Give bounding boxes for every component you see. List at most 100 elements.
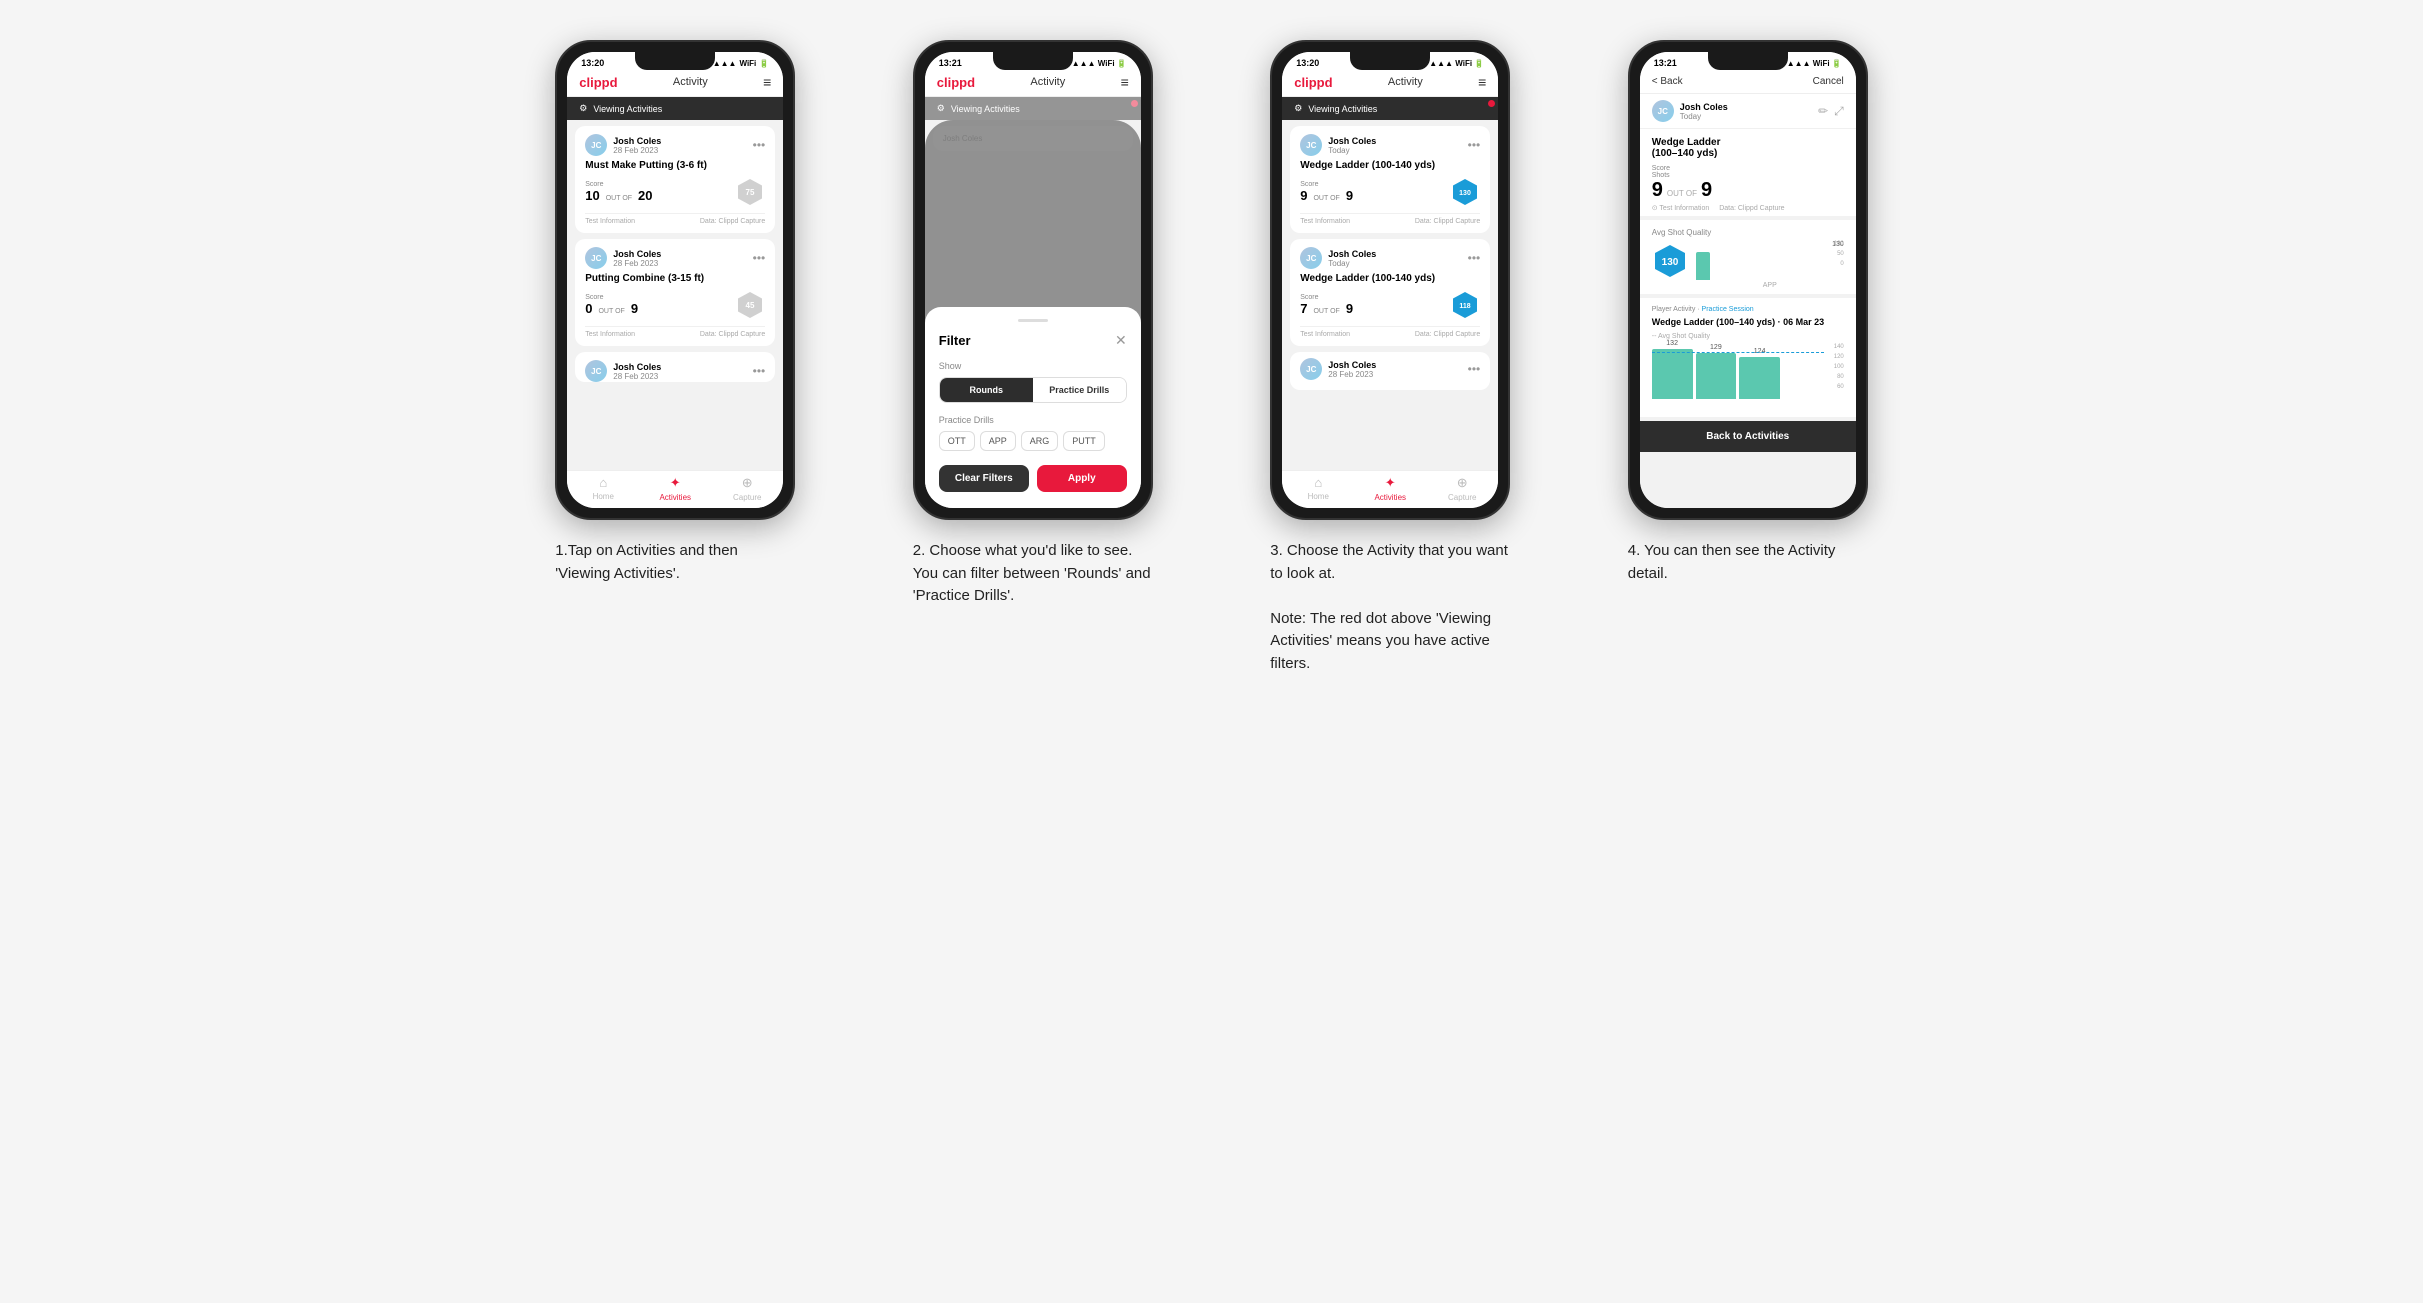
card-footer-1-2: Test Information Data: Clippd Capture xyxy=(585,326,765,338)
screen-1: 13:20 ▲▲▲ WiFi 🔋 clippd Activity ≡ ⚙ xyxy=(567,52,783,508)
filter-sheet: Filter ✕ Show Rounds Practice Drills Pra… xyxy=(925,307,1141,508)
shots-val-1-1: 20 xyxy=(638,188,652,203)
nav-activities-3[interactable]: ✦ Activities xyxy=(1354,475,1426,502)
cancel-btn[interactable]: Cancel xyxy=(1813,76,1844,87)
notch-4 xyxy=(1708,52,1788,70)
dots-menu-1-2[interactable]: ••• xyxy=(753,251,766,265)
notch-1 xyxy=(635,52,715,70)
nav-activities-label-1: Activities xyxy=(659,493,691,502)
screen-4: 13:21 ▲▲▲ WiFi 🔋 < Back Cancel JC Josh C… xyxy=(1640,52,1856,508)
quality-chart: 130 APP 100 50 xyxy=(1696,241,1844,286)
red-dot-2 xyxy=(1131,100,1138,107)
card-1-1[interactable]: JC Josh Coles 28 Feb 2023 ••• Must Make … xyxy=(575,126,775,233)
detail-activity-title: Wedge Ladder(100–140 yds) xyxy=(1652,137,1721,159)
viewing-banner-1[interactable]: ⚙ Viewing Activities xyxy=(567,97,783,120)
dots-3-2[interactable]: ••• xyxy=(1468,251,1481,265)
screen-2: 13:21 ▲▲▲ WiFi 🔋 clippd Activity ≡ ⚙ Vie… xyxy=(925,52,1141,508)
user-info-1-1: JC Josh Coles 28 Feb 2023 xyxy=(585,134,661,156)
nav-capture-label-1: Capture xyxy=(733,493,761,502)
logo-1: clippd xyxy=(579,75,617,90)
chip-app[interactable]: APP xyxy=(980,431,1016,451)
card-3-1[interactable]: JC Josh Coles Today ••• Wedge Ladder (10… xyxy=(1290,126,1490,233)
userdate-1-2: 28 Feb 2023 xyxy=(613,259,661,268)
step3-desc: 3. Choose the Activity that you want to … xyxy=(1270,540,1510,675)
nav-activities-1[interactable]: ✦ Activities xyxy=(639,475,711,502)
detail-score-label: Score xyxy=(1652,165,1670,172)
back-btn[interactable]: < Back xyxy=(1652,76,1683,87)
dots-menu-1-1[interactable]: ••• xyxy=(753,138,766,152)
svg-text:118: 118 xyxy=(1460,303,1471,310)
viewing-banner-2: ⚙ Viewing Activities xyxy=(925,97,1141,120)
chip-ott[interactable]: OTT xyxy=(939,431,975,451)
card-1-3[interactable]: JC Josh Coles 28 Feb 2023 ••• xyxy=(575,352,775,382)
bottom-nav-1: ⌂ Home ✦ Activities ⊕ Capture xyxy=(567,470,783,508)
phone-4: 13:21 ▲▲▲ WiFi 🔋 < Back Cancel JC Josh C… xyxy=(1628,40,1868,520)
viewing-banner-3[interactable]: ⚙ Viewing Activities xyxy=(1282,97,1498,120)
bottom-nav-3: ⌂ Home ✦ Activities ⊕ Capture xyxy=(1282,470,1498,508)
drill-chips: OTT APP ARG PUTT xyxy=(939,431,1127,451)
user-info-1-2: JC Josh Coles 28 Feb 2023 xyxy=(585,247,661,269)
phone-1: 13:20 ▲▲▲ WiFi 🔋 clippd Activity ≡ ⚙ xyxy=(555,40,795,520)
step1-desc: 1.Tap on Activities and then 'Viewing Ac… xyxy=(555,540,795,585)
session-label: Player Activity · Practice Session xyxy=(1652,306,1844,313)
apply-btn[interactable]: Apply xyxy=(1037,465,1127,492)
header-title-2: Activity xyxy=(1030,76,1065,88)
footer-right-1-1: Data: Clippd Capture xyxy=(700,218,765,225)
show-label: Show xyxy=(939,361,1127,371)
clear-filters-btn[interactable]: Clear Filters xyxy=(939,465,1029,492)
status-icons-4: ▲▲▲ WiFi 🔋 xyxy=(1787,59,1842,68)
hex-3-1: 130 xyxy=(1450,177,1480,207)
detail-username: Josh Coles xyxy=(1680,102,1728,112)
card-1-2[interactable]: JC Josh Coles 28 Feb 2023 ••• Putting Co… xyxy=(575,239,775,346)
logo-3: clippd xyxy=(1294,75,1332,90)
filter-icon-2: ⚙ xyxy=(937,103,945,114)
step4-container: 13:21 ▲▲▲ WiFi 🔋 < Back Cancel JC Josh C… xyxy=(1584,40,1912,585)
edit-icon[interactable]: ✏ xyxy=(1818,104,1828,119)
hex-1-1: 75 xyxy=(735,177,765,207)
footer-left-1-1: Test Information xyxy=(585,218,635,225)
expand-icon[interactable]: ⤢ xyxy=(1834,104,1844,119)
detail-shots-val: 9 xyxy=(1701,179,1712,202)
menu-icon-3[interactable]: ≡ xyxy=(1478,74,1486,90)
username-1-2: Josh Coles xyxy=(613,249,661,259)
hex-3-2: 118 xyxy=(1450,290,1480,320)
filter-handle xyxy=(1018,319,1048,322)
shots-val-1-2: 9 xyxy=(631,301,638,316)
nav-capture-3[interactable]: ⊕ Capture xyxy=(1426,475,1498,502)
nav-capture-1[interactable]: ⊕ Capture xyxy=(711,475,783,502)
card-3-3[interactable]: JC Josh Coles 28 Feb 2023 ••• xyxy=(1290,352,1490,390)
card-3-2[interactable]: JC Josh Coles Today ••• Wedge Ladder (10… xyxy=(1290,239,1490,346)
content-1: JC Josh Coles 28 Feb 2023 ••• Must Make … xyxy=(567,120,783,470)
time-2: 13:21 xyxy=(939,58,962,68)
practice-drills-btn[interactable]: Practice Drills xyxy=(1033,378,1126,402)
detail-userdate: Today xyxy=(1680,112,1728,121)
menu-icon-1[interactable]: ≡ xyxy=(763,74,771,90)
card-title-1-1: Must Make Putting (3-6 ft) xyxy=(585,160,765,171)
viewing-label-1: Viewing Activities xyxy=(593,104,662,114)
capture-icon-1: ⊕ xyxy=(742,475,753,491)
close-filter-btn[interactable]: ✕ xyxy=(1115,332,1127,349)
chip-arg[interactable]: ARG xyxy=(1021,431,1059,451)
nav-home-label-1: Home xyxy=(593,492,614,501)
app-header-2: clippd Activity ≡ xyxy=(925,70,1141,97)
back-activities-btn[interactable]: Back to Activities xyxy=(1640,421,1856,452)
bar-chart: 140 120 100 80 60 132 xyxy=(1652,344,1844,409)
card-stats-1-2: Score 0 OUT OF 9 45 xyxy=(585,290,765,320)
dots-3-1[interactable]: ••• xyxy=(1468,138,1481,152)
status-icons-3: ▲▲▲ WiFi 🔋 xyxy=(1429,59,1484,68)
chip-putt[interactable]: PUTT xyxy=(1063,431,1105,451)
hex-1-2: 45 xyxy=(735,290,765,320)
home-icon-1: ⌂ xyxy=(599,475,607,490)
status-icons-1: ▲▲▲ WiFi 🔋 xyxy=(713,59,770,68)
nav-home-1[interactable]: ⌂ Home xyxy=(567,475,639,502)
card-header-1-1: JC Josh Coles 28 Feb 2023 ••• xyxy=(585,134,765,156)
header-title-3: Activity xyxy=(1388,76,1423,88)
back-header: < Back Cancel xyxy=(1640,70,1856,94)
menu-icon-2[interactable]: ≡ xyxy=(1121,74,1129,90)
svg-text:130: 130 xyxy=(1459,190,1471,197)
detail-shots-label: Shots xyxy=(1652,172,1670,179)
nav-home-3[interactable]: ⌂ Home xyxy=(1282,475,1354,502)
step3-container: 13:20 ▲▲▲ WiFi 🔋 clippd Activity ≡ ⚙ Vie… xyxy=(1227,40,1555,675)
rounds-btn[interactable]: Rounds xyxy=(940,378,1033,402)
app-header-1: clippd Activity ≡ xyxy=(567,70,783,97)
